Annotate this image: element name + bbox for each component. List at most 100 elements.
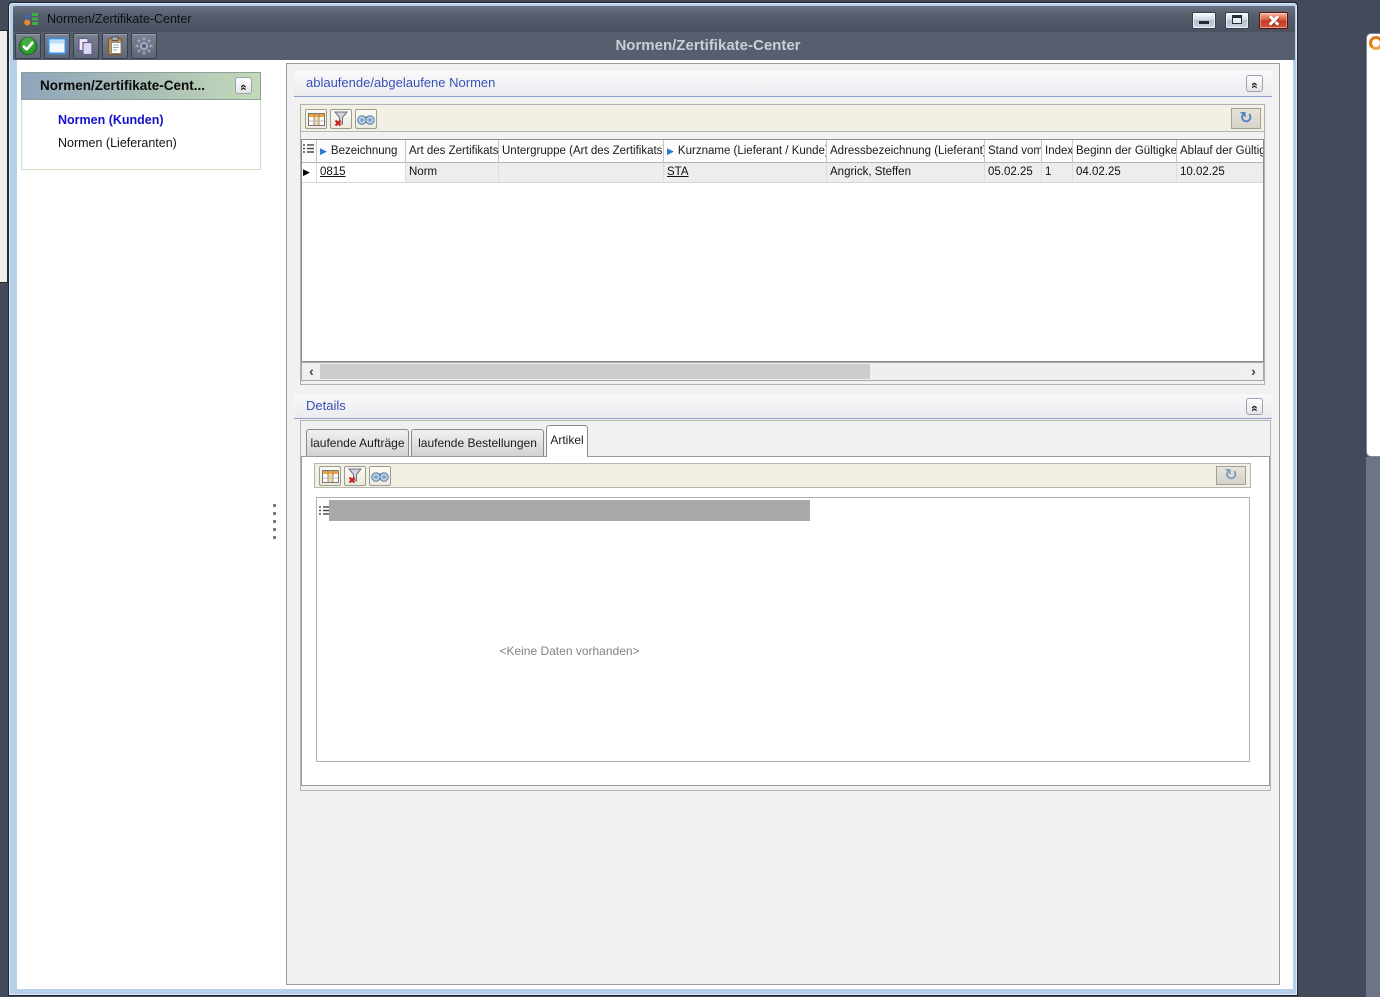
paste-button[interactable] bbox=[102, 33, 128, 59]
column-label: Bezeichnung bbox=[331, 145, 398, 157]
cell-index: 1 bbox=[1042, 163, 1073, 183]
collapse-icon: « bbox=[1247, 82, 1262, 89]
sidebar-item-normen-kunden[interactable]: Normen (Kunden) bbox=[58, 113, 164, 129]
window-icon bbox=[47, 37, 67, 55]
clear-filter-button[interactable] bbox=[344, 466, 366, 486]
background-window-sliver-left bbox=[0, 30, 8, 283]
app-icon bbox=[23, 11, 39, 27]
gear-icon bbox=[134, 36, 154, 56]
column-label: Adressbezeichnung (Lieferant) bbox=[830, 145, 985, 157]
details-panel-body: laufende Aufträge laufende Bestellungen … bbox=[300, 420, 1271, 791]
column-header-beginn-gueltigkeit[interactable]: Beginn der Gültigkeit bbox=[1073, 140, 1177, 163]
collapse-icon: « bbox=[236, 84, 251, 91]
scroll-left-button[interactable]: ‹ bbox=[303, 364, 320, 379]
artikel-grid-toolbar: ↻ bbox=[314, 463, 1251, 488]
close-icon bbox=[1267, 13, 1281, 28]
column-label: Ablauf der Gültigkeit bbox=[1180, 145, 1264, 157]
splitter-handle[interactable] bbox=[269, 504, 279, 570]
minimize-icon bbox=[1199, 21, 1209, 24]
refresh-icon: ↻ bbox=[1239, 110, 1252, 127]
main-panel: ablaufende/abgelaufene Normen « bbox=[286, 63, 1280, 985]
column-label: Stand vom bbox=[988, 145, 1042, 157]
cell-link-kurzname[interactable]: STA bbox=[667, 166, 689, 178]
grid-layout-button[interactable] bbox=[305, 109, 327, 129]
close-button[interactable] bbox=[1259, 12, 1288, 29]
table-row[interactable]: ▶ 0815 Norm STA Angrick, Steffen 05.02.2… bbox=[302, 163, 1263, 183]
cell-stand-vom: 05.02.25 bbox=[985, 163, 1042, 183]
sidebar: Normen (Kunden) Normen (Lieferanten) bbox=[21, 100, 261, 170]
empty-message: <Keine Daten vorhanden> bbox=[329, 644, 810, 658]
column-label: Kurzname (Lieferant / Kunde) bbox=[678, 145, 827, 157]
app-window: Normen/Zertifikate-Center bbox=[8, 2, 1298, 996]
background-window-sliver-right bbox=[1366, 33, 1380, 457]
titlebar: Normen/Zertifikate-Center bbox=[13, 6, 1295, 32]
column-header-ablauf-gueltigkeit[interactable]: Ablauf der Gültigkeit bbox=[1177, 140, 1264, 163]
cell-art: Norm bbox=[406, 163, 499, 183]
column-header-kurzname[interactable]: ▶Kurzname (Lieferant / Kunde) bbox=[664, 140, 827, 163]
sidebar-item-normen-lieferanten[interactable]: Normen (Lieferanten) bbox=[58, 136, 177, 152]
norms-grid: ▶ Bezeichnung Art des Zertifikats Untergr… bbox=[301, 139, 1264, 362]
column-label: Art des Zertifikats bbox=[409, 145, 498, 157]
redacted-column-headers bbox=[329, 500, 810, 521]
artikel-grid: <Keine Daten vorhanden> bbox=[316, 497, 1250, 762]
content-area: Normen/Zertifikate-Cent... « Normen (Kun… bbox=[17, 60, 1293, 989]
filter-remove-icon bbox=[333, 111, 349, 127]
artikel-tab-content: ↻ bbox=[301, 456, 1270, 786]
app-toolbar: Normen/Zertifikate-Center bbox=[13, 32, 1295, 60]
maximize-icon bbox=[1232, 15, 1242, 24]
column-label: Beginn der Gültigkeit bbox=[1076, 145, 1177, 157]
tab-laufende-auftraege[interactable]: laufende Aufträge bbox=[306, 429, 409, 457]
scrollbar-thumb[interactable] bbox=[320, 364, 870, 379]
column-header-bezeichnung[interactable]: ▶ Bezeichnung bbox=[317, 140, 406, 163]
settings-button[interactable] bbox=[131, 33, 157, 59]
sidebar-panel-title: Normen/Zertifikate-Cent... bbox=[40, 73, 205, 99]
window-title: Normen/Zertifikate-Center bbox=[47, 6, 192, 32]
cell-bezeichnung: 0815 bbox=[317, 163, 406, 183]
norms-panel-header: ablaufende/abgelaufene Normen « bbox=[294, 71, 1272, 97]
cell-adressbezeichnung: Angrick, Steffen bbox=[827, 163, 985, 183]
cell-kurzname: STA bbox=[664, 163, 827, 183]
refresh-button[interactable]: ↻ bbox=[1231, 108, 1261, 129]
row-marker-icon: ▶ bbox=[302, 163, 317, 183]
norms-grid-header: ▶ Bezeichnung Art des Zertifikats Untergr… bbox=[302, 140, 1263, 163]
column-label: Untergruppe (Art des Zertifikats) bbox=[502, 145, 664, 157]
column-label: Index bbox=[1045, 145, 1073, 157]
binoculars-icon bbox=[371, 470, 389, 483]
copy-button[interactable] bbox=[73, 33, 99, 59]
minimize-button[interactable] bbox=[1192, 12, 1216, 29]
new-window-button[interactable] bbox=[44, 33, 70, 59]
horizontal-scrollbar[interactable]: ‹ › bbox=[301, 362, 1264, 381]
paste-icon bbox=[107, 36, 124, 56]
norms-collapse-button[interactable]: « bbox=[1246, 75, 1263, 92]
column-header-untergruppe[interactable]: Untergruppe (Art des Zertifikats) bbox=[499, 140, 664, 163]
column-header-stand-vom[interactable]: Stand vom bbox=[985, 140, 1042, 163]
column-chooser-button[interactable] bbox=[302, 140, 317, 163]
search-button[interactable] bbox=[369, 466, 391, 486]
grid-layout-button[interactable] bbox=[319, 466, 341, 486]
confirm-button[interactable] bbox=[15, 33, 41, 59]
tab-artikel[interactable]: Artikel bbox=[546, 425, 588, 457]
background-window-sliver-right-lower bbox=[1366, 457, 1380, 997]
collapse-icon: « bbox=[1247, 405, 1262, 412]
column-header-art-des-zertifikats[interactable]: Art des Zertifikats bbox=[406, 140, 499, 163]
confirm-icon bbox=[18, 36, 38, 56]
scroll-right-button[interactable]: › bbox=[1245, 364, 1262, 379]
column-header-index[interactable]: Index bbox=[1042, 140, 1073, 163]
binoculars-icon bbox=[357, 113, 375, 126]
cell-link-bezeichnung[interactable]: 0815 bbox=[320, 166, 346, 178]
table-icon bbox=[322, 470, 339, 483]
norms-panel-body: ↻ bbox=[300, 104, 1265, 385]
refresh-icon: ↻ bbox=[1224, 467, 1237, 484]
copy-icon bbox=[77, 37, 95, 56]
sort-icon: ▶ bbox=[320, 146, 327, 156]
refresh-button[interactable]: ↻ bbox=[1216, 466, 1246, 485]
norms-panel-title: ablaufende/abgelaufene Normen bbox=[306, 75, 495, 90]
clear-filter-button[interactable] bbox=[330, 109, 352, 129]
maximize-button[interactable] bbox=[1225, 12, 1249, 29]
tab-laufende-bestellungen[interactable]: laufende Bestellungen bbox=[411, 429, 544, 457]
details-collapse-button[interactable]: « bbox=[1246, 398, 1263, 415]
sidebar-collapse-button[interactable]: « bbox=[235, 77, 252, 94]
search-button[interactable] bbox=[355, 109, 377, 129]
column-chooser-icon bbox=[303, 142, 314, 154]
column-header-adressbezeichnung[interactable]: Adressbezeichnung (Lieferant) bbox=[827, 140, 985, 163]
